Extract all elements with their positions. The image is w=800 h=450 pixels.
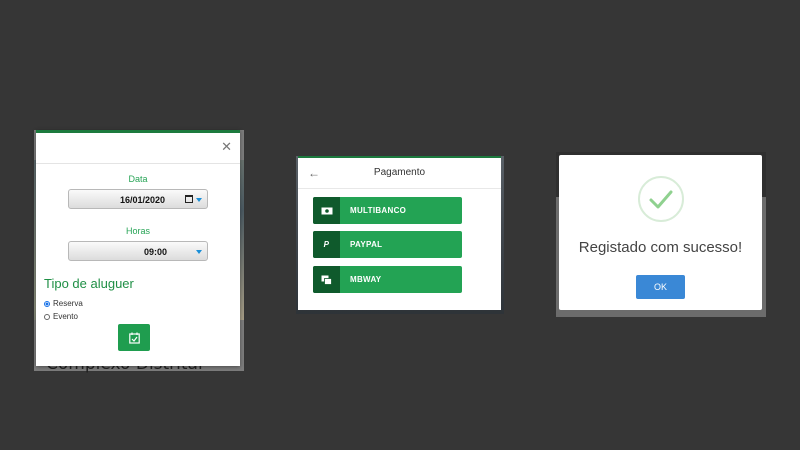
payment-title: Pagamento: [373, 167, 426, 178]
hours-label: Horas: [125, 226, 150, 236]
confirm-booking-button[interactable]: [118, 324, 150, 351]
paypal-icon: P: [313, 231, 340, 258]
date-input[interactable]: 16/01/2020: [68, 189, 208, 209]
mbway-button[interactable]: MBWAY: [313, 266, 462, 293]
dropdown-arrow-icon[interactable]: [196, 250, 202, 254]
mobile-payment-icon: [313, 266, 340, 293]
paypal-button[interactable]: P PAYPAL: [313, 231, 462, 258]
multibanco-button[interactable]: MULTIBANCO: [313, 197, 462, 224]
date-value: 16/01/2020: [119, 195, 165, 205]
success-dialog: Registado com sucesso! OK: [559, 155, 762, 310]
hours-value: 09:00: [143, 247, 167, 257]
radio-label: Reserva: [53, 299, 83, 308]
calendar-check-icon: [128, 332, 140, 344]
banknote-icon: [313, 197, 340, 224]
radio-button[interactable]: [44, 300, 50, 307]
radio-evento[interactable]: Evento: [44, 312, 78, 321]
rental-type-title: Tipo de aluguer: [44, 276, 134, 291]
modal-header: ✕: [36, 133, 240, 164]
booking-modal: ✕ Data 16/01/2020 Horas 09:00 Tipo de al…: [36, 130, 240, 366]
close-icon[interactable]: ✕: [221, 140, 232, 154]
ok-button[interactable]: OK: [636, 275, 685, 299]
checkmark-icon: [649, 190, 673, 209]
payment-method-label: MULTIBANCO: [350, 206, 407, 215]
radio-button[interactable]: [44, 313, 50, 320]
modal-header: ← Pagamento: [298, 158, 501, 189]
success-circle: [638, 176, 684, 222]
calendar-icon[interactable]: [185, 195, 193, 203]
payment-modal: ← Pagamento MULTIBANCO P PAYPAL MBWAY: [298, 156, 501, 310]
payment-method-label: MBWAY: [350, 275, 382, 284]
dropdown-arrow-icon[interactable]: [196, 198, 202, 202]
radio-label: Evento: [53, 312, 78, 321]
hours-select[interactable]: 09:00: [68, 241, 208, 261]
radio-reserva[interactable]: Reserva: [44, 299, 83, 308]
payment-method-label: PAYPAL: [350, 240, 383, 249]
date-label: Data: [128, 174, 148, 184]
success-message: Registado com sucesso!: [578, 239, 743, 256]
